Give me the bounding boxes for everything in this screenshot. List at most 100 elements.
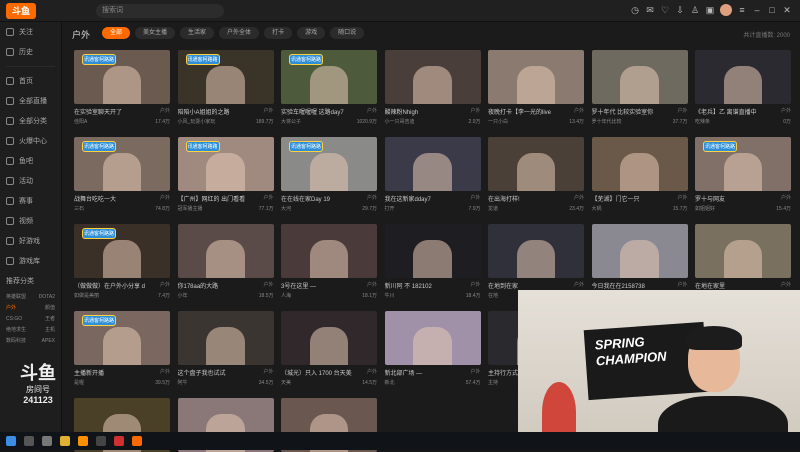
- category-link[interactable]: 王者: [45, 315, 55, 322]
- filter-chip[interactable]: 游戏: [297, 27, 326, 39]
- streamer-name[interactable]: 一只小白: [488, 118, 508, 125]
- stream-title[interactable]: 罗十与网友: [695, 194, 725, 203]
- sidebar-item[interactable]: 全部分类: [0, 111, 61, 131]
- stream-title[interactable]: 酸辣粉Nhigh: [385, 107, 419, 116]
- stream-thumbnail[interactable]: [384, 311, 481, 365]
- sidebar-item[interactable]: 活动: [0, 171, 61, 191]
- stream-thumbnail[interactable]: [695, 224, 791, 278]
- sidebar-item[interactable]: 赛事: [0, 191, 61, 211]
- stream-title[interactable]: 夜晚打卡【李一光的live: [488, 107, 551, 116]
- stream-card[interactable]: 今日我在在2158738户外今日9.9万: [591, 224, 688, 299]
- stream-card[interactable]: 3号在这里 — 户外 人海 18.1万: [281, 224, 377, 299]
- stream-thumbnail[interactable]: [488, 50, 584, 104]
- menu-icon[interactable]: ≡: [737, 5, 747, 15]
- stream-card[interactable]: 新川阿 不 182102 户外 牛川 18.4万: [384, 224, 481, 299]
- sidebar-item[interactable]: 视频: [0, 211, 61, 231]
- streamer-name[interactable]: 新北: [385, 379, 395, 386]
- sidebar-item[interactable]: 鱼吧: [0, 151, 61, 171]
- streamer-name[interactable]: 小风_玩耍小家玩: [178, 118, 216, 125]
- stream-thumbnail[interactable]: [591, 50, 688, 104]
- streamer-name[interactable]: 在地: [488, 292, 498, 299]
- stream-card[interactable]: 罗十年代 比较实验室你 户外 罗十年代比较 37.7万: [591, 50, 688, 125]
- stream-title[interactable]: 今日我在在2158738: [592, 281, 645, 290]
- avatar[interactable]: [720, 4, 732, 16]
- stream-thumbnail[interactable]: [384, 50, 481, 104]
- sidebar-item[interactable]: 关注: [0, 22, 61, 42]
- stream-title[interactable]: 你178aa的大路: [178, 281, 219, 290]
- stream-title[interactable]: 这个盘子我也试试: [178, 368, 226, 377]
- stream-title[interactable]: （城光）只入 1700 台天美: [281, 368, 352, 377]
- filter-chip[interactable]: 随口说: [330, 27, 365, 39]
- stream-thumbnail[interactable]: 讯通客柯路路: [74, 137, 170, 191]
- category-link[interactable]: DOTA2: [39, 294, 55, 300]
- stream-card[interactable]: 新北部广场 — 户外 新北 57.4万: [384, 311, 481, 386]
- streamer-name[interactable]: 大河: [281, 205, 291, 212]
- shirt-icon[interactable]: ♙: [690, 5, 700, 15]
- stream-title[interactable]: 《老兵】乙 离谱直播中: [695, 107, 757, 116]
- heart-icon[interactable]: ♡: [660, 5, 670, 15]
- stream-thumbnail[interactable]: [384, 224, 481, 278]
- stream-thumbnail[interactable]: [488, 224, 584, 278]
- chrome-icon[interactable]: [60, 436, 70, 446]
- stream-card[interactable]: 讯通客柯路路 （做做做）在户外小分享 d 户外 如做是美丽 7.4万: [74, 224, 170, 299]
- stream-card[interactable]: 你178aa的大路 户外 小年 18.5万: [177, 224, 274, 299]
- stream-thumbnail[interactable]: 讯通客柯路路: [695, 137, 791, 191]
- stream-title[interactable]: （做做做）在户外小分享 d: [74, 281, 145, 290]
- sidebar-item[interactable]: 历史: [0, 42, 61, 62]
- stream-card[interactable]: 讯通客柯路路 陪陪小A姐姐的之路 户外 小风_玩耍小家玩 189.7万: [177, 50, 274, 125]
- stream-thumbnail[interactable]: [488, 137, 584, 191]
- streamer-name[interactable]: 龙道: [488, 205, 498, 212]
- stream-thumbnail[interactable]: [281, 311, 377, 365]
- stream-card[interactable]: 讯通客柯路路 在在线在家Day 19 户外 大河 29.7万: [281, 137, 377, 212]
- stream-title[interactable]: 新川阿 不 182102: [385, 281, 432, 290]
- download-icon[interactable]: ⇩: [675, 5, 685, 15]
- streamer-name[interactable]: 小年: [178, 292, 188, 299]
- stream-thumbnail[interactable]: [695, 50, 791, 104]
- minimize-icon[interactable]: –: [752, 5, 762, 15]
- streamer-name[interactable]: 阿牛: [178, 379, 188, 386]
- stream-title[interactable]: 主播新开播: [74, 368, 104, 377]
- streamer-name[interactable]: 冠军播主播: [178, 205, 203, 212]
- stream-thumbnail[interactable]: 讯通客柯路路: [177, 137, 274, 191]
- stream-card[interactable]: 讯通客柯路路 在实验室聊天开了 户外 佳阳A 17.4万: [74, 50, 170, 125]
- stream-card[interactable]: 在地在家里户外大王9.2万: [695, 224, 791, 299]
- category-link[interactable]: 英雄联盟: [6, 293, 26, 300]
- streamer-name[interactable]: 如姐姐好: [695, 205, 715, 212]
- sidebar-item[interactable]: 首页: [0, 71, 61, 91]
- stream-card[interactable]: 讯通客柯路路 主播新开播 户外 是喔 39.5万: [74, 311, 170, 386]
- sidebar-item[interactable]: 好游戏: [0, 231, 61, 251]
- category-link[interactable]: 颜值: [45, 304, 55, 311]
- stream-thumbnail[interactable]: [177, 311, 274, 365]
- streamer-name[interactable]: 吃辣条: [695, 118, 710, 125]
- streamer-name[interactable]: 佳阳A: [74, 118, 87, 125]
- stream-title[interactable]: 【广州】网红的 出门看看: [178, 194, 246, 203]
- stream-thumbnail[interactable]: [591, 224, 688, 278]
- category-link[interactable]: 绝地求生: [6, 326, 26, 333]
- stream-title[interactable]: 我在这新家dday7: [385, 194, 431, 203]
- close-icon[interactable]: ✕: [782, 5, 792, 15]
- filter-chip[interactable]: 打卡: [264, 27, 293, 39]
- streamer-name[interactable]: 是喔: [74, 379, 84, 386]
- streamer-name[interactable]: 打开: [385, 205, 395, 212]
- stream-card[interactable]: 讯通客柯路路 【广州】网红的 出门看看 户外 冠军播主播 77.1万: [177, 137, 274, 212]
- category-link[interactable]: 主机: [45, 326, 55, 333]
- douyu-logo[interactable]: 斗鱼: [6, 2, 36, 19]
- stream-title[interactable]: 在地在家里: [695, 281, 725, 290]
- stream-thumbnail[interactable]: [591, 137, 688, 191]
- stream-title[interactable]: 主持行方式: [488, 368, 518, 377]
- streamer-name[interactable]: 罗十年代比较: [592, 118, 622, 125]
- filter-chip[interactable]: 生活家: [180, 27, 215, 39]
- taskbar-app-icon[interactable]: [96, 436, 106, 446]
- stream-thumbnail[interactable]: 讯通客柯路路: [281, 137, 377, 191]
- stream-card[interactable]: 讯通客柯路路 实验车喔喔喔 这路day7 户外 大将公子 1020.9万: [281, 50, 377, 125]
- streamer-name[interactable]: 天美: [281, 379, 291, 386]
- stream-thumbnail[interactable]: [177, 224, 274, 278]
- stream-title[interactable]: 在地到在家: [488, 281, 518, 290]
- stream-title[interactable]: 实验车喔喔喔 这路day7: [281, 107, 344, 116]
- douyu-taskbar-icon[interactable]: [132, 436, 142, 446]
- stream-thumbnail[interactable]: 讯通客柯路路: [281, 50, 377, 104]
- streamer-name[interactable]: 主持: [488, 379, 498, 386]
- streamer-name[interactable]: 如做是美丽: [74, 292, 99, 299]
- stream-title[interactable]: 3号在这里 —: [281, 281, 316, 290]
- stream-title[interactable]: 在出海打样!: [488, 194, 520, 203]
